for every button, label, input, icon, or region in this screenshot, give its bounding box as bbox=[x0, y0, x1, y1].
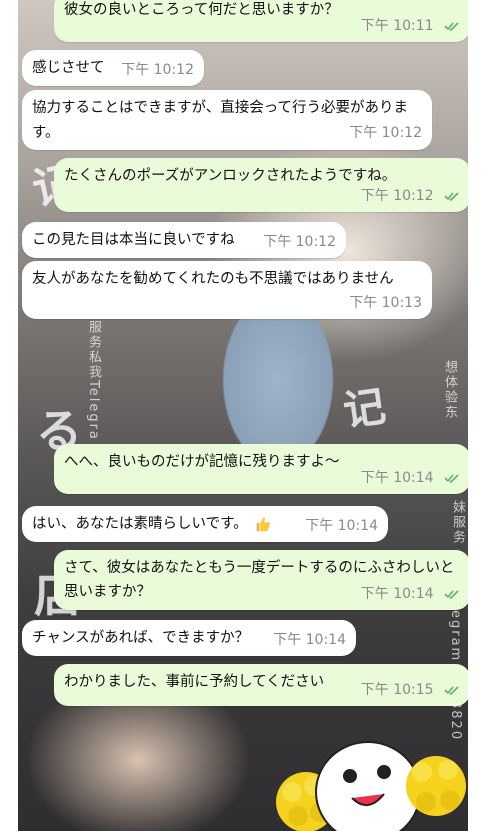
pompom-right-icon bbox=[406, 756, 466, 816]
message-timestamp: 下午 10:14 bbox=[273, 632, 346, 648]
message-timestamp: 下午 10:12 bbox=[361, 184, 460, 208]
message-incoming[interactable]: 感じさせて 下午 10:12 bbox=[22, 50, 204, 86]
message-text: 友人があなたを勧めてくれたのも不思議ではありません bbox=[32, 271, 394, 287]
cheering-blob-sticker[interactable] bbox=[276, 712, 466, 831]
message-outgoing[interactable]: たくさんのポーズがアンロックされたようですね。 下午 10:12 bbox=[54, 158, 468, 212]
message-timestamp: 下午 10:15 bbox=[361, 678, 460, 702]
message-timestamp: 下午 10:12 bbox=[263, 234, 336, 250]
message-outgoing[interactable]: わかりました、事前に予約してください 下午 10:15 bbox=[54, 664, 468, 706]
read-check-icon bbox=[444, 686, 459, 695]
bg-watermark-right-1: 想体验东 bbox=[442, 360, 457, 420]
message-outgoing[interactable]: さて、彼女はあなたともう一度デートするのにふさわしいと思いますか？ 下午 10:… bbox=[54, 550, 468, 610]
bg-watermark-right-2: 妹服务 bbox=[450, 500, 465, 545]
message-text: チャンスがあれば、できますか？ bbox=[32, 630, 250, 646]
chat-background: 记 る 店 记 服务私我Telegra 想体验东 妹服务 egram 3820 … bbox=[18, 0, 468, 831]
message-text: たくさんのポーズがアンロックされたようですね。 bbox=[64, 168, 397, 184]
bg-watermark-left: 服务私我Telegra bbox=[86, 320, 101, 441]
message-timestamp: 下午 10:11 bbox=[361, 14, 460, 38]
read-check-icon bbox=[444, 474, 459, 483]
message-incoming[interactable]: はい、あなたは素晴らしいです。 下午 10:14 bbox=[22, 506, 388, 542]
message-text: わかりました、事前に予約してください bbox=[64, 674, 325, 690]
message-incoming[interactable]: この見た目は本当に良いですね 下午 10:12 bbox=[22, 222, 346, 258]
read-check-icon bbox=[444, 192, 459, 201]
read-check-icon bbox=[444, 590, 459, 599]
message-timestamp: 下午 10:12 bbox=[349, 125, 422, 141]
message-text: 彼女の良いところって何だと思いますか？ bbox=[64, 2, 339, 18]
message-incoming[interactable]: 友人があなたを勧めてくれたのも不思議ではありません 下午 10:13 bbox=[22, 261, 432, 319]
bg-calligraphy-4: 记 bbox=[340, 381, 389, 436]
message-outgoing[interactable]: へへ、良いものだけが記憶に残りますよ～ 下午 10:14 bbox=[54, 444, 468, 494]
message-timestamp: 下午 10:12 bbox=[121, 62, 194, 78]
message-text: はい、あなたは素晴らしいです。 bbox=[32, 516, 248, 532]
message-timestamp: 下午 10:14 bbox=[361, 582, 460, 606]
message-incoming[interactable]: 協力することはできますが、直接会って行う必要があります。 下午 10:12 bbox=[22, 90, 432, 150]
message-timestamp: 下午 10:13 bbox=[349, 295, 422, 311]
thumbs-up-emoji-icon bbox=[256, 517, 271, 532]
message-incoming[interactable]: チャンスがあれば、できますか？ 下午 10:14 bbox=[22, 620, 356, 656]
message-text: 感じさせて bbox=[32, 60, 105, 76]
message-text: へへ、良いものだけが記憶に残りますよ～ bbox=[64, 454, 340, 470]
message-timestamp: 下午 10:14 bbox=[305, 518, 378, 534]
message-timestamp: 下午 10:14 bbox=[361, 466, 460, 490]
message-outgoing[interactable]: 彼女の良いところって何だと思いますか？ 下午 10:11 bbox=[54, 0, 468, 42]
message-text: この見た目は本当に良いですね bbox=[32, 232, 235, 248]
bg-watermark-right-3: egram bbox=[448, 610, 463, 663]
blob-face-icon bbox=[315, 741, 421, 831]
read-check-icon bbox=[444, 22, 459, 31]
